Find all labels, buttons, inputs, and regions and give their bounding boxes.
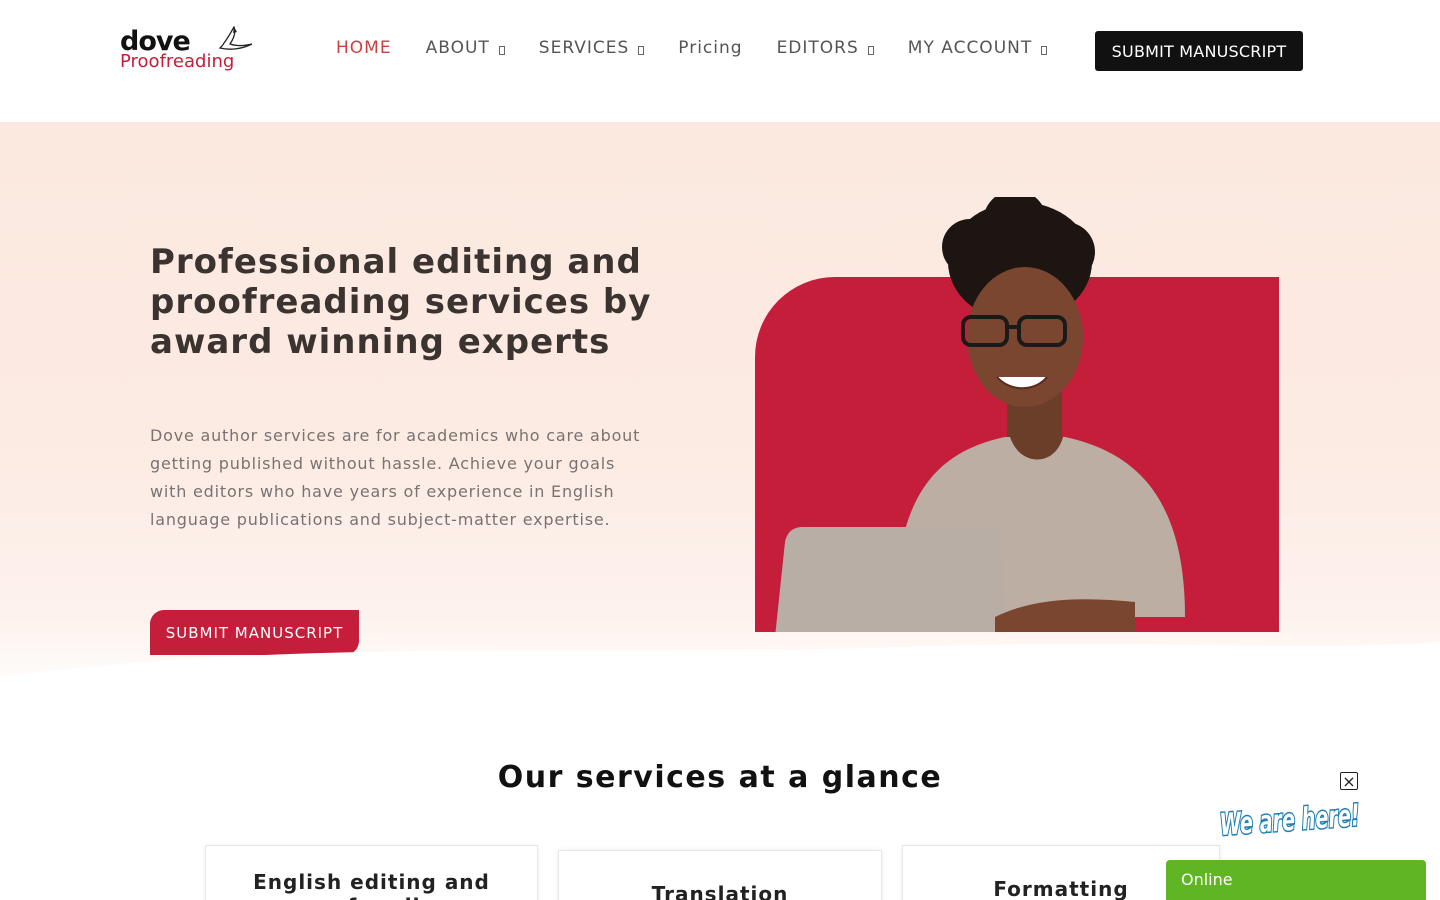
service-card-translation[interactable]: Translation	[558, 850, 882, 900]
dropdown-caret-icon	[867, 45, 874, 55]
dropdown-caret-icon	[498, 45, 505, 55]
chat-status-bar[interactable]: Online	[1166, 860, 1426, 900]
site-header: dove Proofreading HOME ABOUT SERVICES Pr…	[0, 0, 1440, 122]
service-card-title: English editing and proofreading	[253, 870, 490, 900]
nav-item-label: SERVICES	[538, 38, 630, 58]
hero-wave-divider	[0, 642, 1440, 700]
hero-section: Professional editing and proofreading se…	[0, 122, 1440, 700]
nav-item-about[interactable]: ABOUT	[426, 38, 505, 58]
site-logo[interactable]: dove Proofreading	[118, 26, 258, 80]
hero-description: Dove author services are for academics w…	[150, 426, 641, 529]
nav-item-label: ABOUT	[425, 38, 490, 58]
hero-title: Professional editing and proofreading se…	[150, 242, 652, 362]
hero-image	[755, 197, 1279, 632]
main-nav: HOME ABOUT SERVICES Pricing EDITORS MY A…	[336, 38, 1081, 58]
chat-close-icon[interactable]: ×	[1340, 772, 1358, 791]
dropdown-caret-icon	[638, 45, 645, 55]
nav-item-label: MY ACCOUNT	[907, 38, 1033, 58]
service-card-title: Translation	[651, 882, 789, 900]
nav-item-editors[interactable]: EDITORS	[777, 38, 874, 58]
chat-badge-text: We are here!	[1219, 798, 1361, 843]
nav-item-home[interactable]: HOME	[336, 38, 392, 58]
chat-we-are-here-badge[interactable]: We are here!	[1216, 790, 1366, 858]
chat-status-label: Online	[1181, 870, 1233, 889]
dove-bird-icon	[218, 26, 253, 50]
logo-wordmark-bottom: Proofreading	[120, 51, 235, 72]
service-card-editing[interactable]: English editing and proofreading	[205, 845, 538, 900]
nav-item-label: EDITORS	[776, 38, 859, 58]
nav-item-label: HOME	[336, 38, 392, 58]
nav-item-pricing[interactable]: Pricing	[678, 38, 742, 58]
nav-item-services[interactable]: SERVICES	[538, 38, 645, 58]
woman-with-laptop-illustration	[775, 197, 1185, 632]
nav-item-label: Pricing	[678, 38, 743, 58]
nav-item-my-account[interactable]: MY ACCOUNT	[907, 38, 1048, 58]
dropdown-caret-icon	[1041, 45, 1048, 55]
header-submit-manuscript-button[interactable]: SUBMIT MANUSCRIPT	[1095, 31, 1303, 71]
